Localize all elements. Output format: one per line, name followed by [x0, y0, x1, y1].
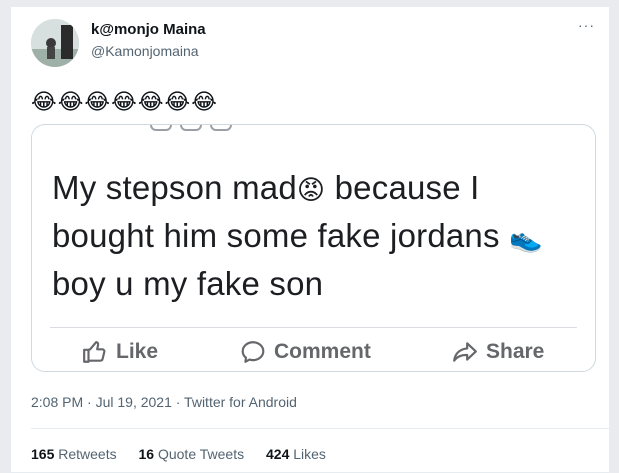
author-name[interactable]: k@monjo Maina	[91, 21, 206, 38]
post-divider	[50, 327, 577, 328]
cropped-shape-icon	[150, 125, 172, 131]
like-label: Like	[116, 340, 159, 363]
share-button[interactable]: Share	[452, 339, 544, 365]
thumbs-up-icon	[83, 341, 106, 363]
stats-top-divider	[31, 428, 609, 429]
angry-face-emoji: 😡	[296, 175, 326, 205]
quote-tweets-stat[interactable]: 16 Quote Tweets	[139, 446, 245, 462]
retweets-label: Retweets	[58, 446, 117, 462]
post-text-part: My stepson mad	[52, 169, 297, 206]
post-text-part: boy u my fake son	[52, 265, 324, 302]
tweet-text: 😂😂😂😂😂😂😂	[31, 89, 218, 114]
cropped-icons	[150, 125, 260, 132]
retweets-count: 165	[31, 446, 55, 462]
tweet-timestamp[interactable]: 2:08 PM · Jul 19, 2021 · Twitter for And…	[31, 394, 297, 410]
sneaker-emoji: 👟	[509, 223, 543, 253]
comment-button[interactable]: Comment	[240, 339, 371, 365]
comment-label: Comment	[274, 340, 371, 363]
avatar-photo-icon	[31, 19, 79, 67]
embedded-post-text: My stepson mad😡 because I bought him som…	[52, 165, 582, 307]
more-options-icon[interactable]: ···	[578, 17, 595, 33]
like-button[interactable]: Like	[82, 339, 158, 365]
embedded-screenshot[interactable]: My stepson mad😡 because I bought him som…	[31, 124, 596, 372]
tweet-card: k@monjo Maina @Kamonjomaina ··· 😂😂😂😂😂😂😂 …	[10, 6, 610, 473]
quote-tweets-label: Quote Tweets	[157, 446, 245, 462]
avatar[interactable]	[31, 19, 79, 67]
engagement-stats: 165 Retweets 16 Quote Tweets 424 Likes	[31, 446, 344, 462]
author-handle[interactable]: @Kamonjomaina	[91, 43, 199, 59]
quote-tweets-count: 16	[138, 446, 155, 462]
cropped-shape-icon	[210, 125, 232, 131]
share-arrow-icon	[453, 342, 477, 362]
likes-label: Likes	[293, 446, 326, 462]
likes-count: 424	[266, 446, 290, 462]
retweets-stat[interactable]: 165 Retweets	[31, 446, 117, 462]
comment-bubble-icon	[241, 341, 265, 363]
share-label: Share	[486, 340, 545, 363]
cropped-shape-icon	[180, 125, 202, 131]
likes-stat[interactable]: 424 Likes	[266, 446, 326, 462]
post-actions: Like Comment Share	[32, 339, 595, 367]
